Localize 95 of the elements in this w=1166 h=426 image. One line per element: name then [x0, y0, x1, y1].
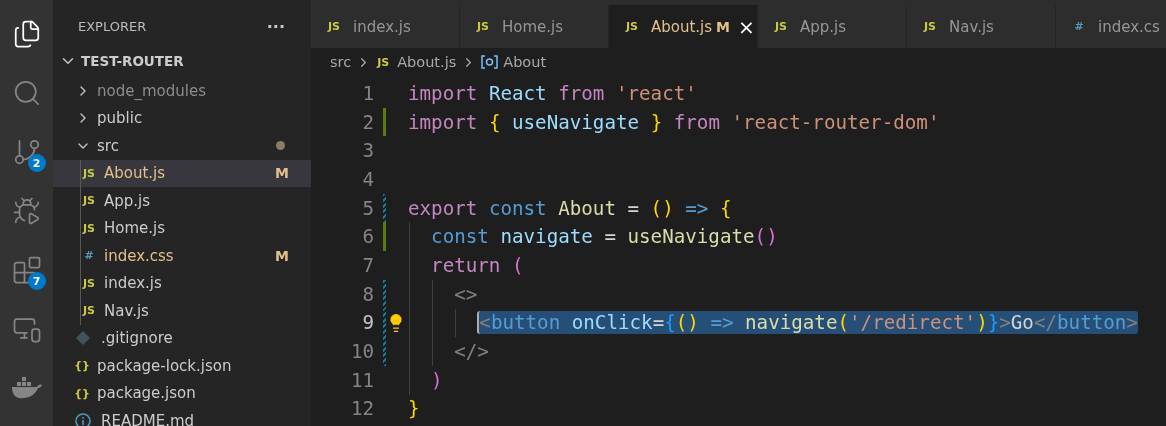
tab-label: index.js	[353, 17, 411, 36]
file-name: Nav.js	[104, 301, 150, 320]
tab-label: Nav.js	[949, 17, 994, 36]
file-type-icon: JS	[327, 20, 341, 33]
code-line: export const About = () => {	[408, 195, 732, 222]
git-status: M	[716, 18, 731, 35]
code-line: )	[408, 365, 443, 395]
line-number: 5	[361, 196, 374, 220]
file-type-icon: #	[82, 249, 96, 263]
count-badge: 7	[27, 272, 46, 290]
folder-row[interactable]: node_modules	[53, 77, 311, 105]
code-line: const navigate = useNavigate()	[408, 222, 778, 252]
blocks-icon	[11, 255, 42, 285]
file-name: Home.js	[104, 219, 167, 238]
code-line: </>	[408, 337, 489, 366]
project-name: TEST-ROUTER	[81, 53, 184, 69]
file-type-icon: {}	[75, 386, 89, 400]
file-row[interactable]: JS index.js	[53, 269, 311, 297]
line-number: 7	[361, 253, 374, 277]
file-row[interactable]: # index.css M	[53, 242, 311, 270]
folder-row[interactable]: public	[53, 104, 311, 132]
file-name: index.css	[104, 246, 175, 265]
code-line: import React from 'react'	[408, 80, 697, 107]
file-type-icon: JS	[82, 194, 96, 208]
editor-tab[interactable]: JS Nav.js	[907, 5, 1056, 48]
tab-label: App.js	[800, 17, 847, 36]
file-name: node_modules	[97, 81, 207, 100]
file-row[interactable]: JS Home.js	[53, 214, 311, 242]
editor-tab[interactable]: JS Home.js	[460, 5, 609, 48]
file-type-icon: JS	[82, 276, 96, 290]
close-icon[interactable]: ×	[738, 14, 755, 39]
file-type-icon: {}	[75, 359, 89, 373]
file-name: README.md	[101, 411, 196, 426]
code-line: return (	[408, 251, 524, 280]
count-badge: 2	[27, 154, 46, 172]
code-line: <button onClick={() => navigate('/redirect')}>Go</button>	[408, 308, 1138, 338]
breadcrumb-item[interactable]: About.js	[397, 54, 457, 70]
line-number: 6	[361, 225, 374, 249]
breadcrumb-item[interactable]: About	[503, 54, 547, 70]
tab-label: About.js	[651, 17, 713, 36]
project-header[interactable]: TEST-ROUTER	[53, 52, 311, 70]
line-number: 9	[361, 311, 374, 335]
file-type-icon: JS	[82, 304, 96, 318]
line-number: 2	[361, 110, 374, 134]
code-line: import { useNavigate } from 'react-router-dom'	[408, 109, 940, 136]
code-line: <>	[408, 279, 478, 309]
whale-icon	[10, 376, 43, 400]
file-name: src	[97, 136, 120, 155]
git-status: M	[275, 165, 289, 182]
file-type-icon: JS	[625, 20, 639, 33]
file-row[interactable]: .gitignore	[53, 324, 311, 352]
file-type-icon: JS	[82, 221, 96, 235]
modified-dot	[276, 141, 285, 151]
file-type-icon: JS	[376, 55, 391, 69]
editor-tab[interactable]: # index.cs	[1056, 5, 1166, 48]
file-row[interactable]: README.md	[53, 407, 311, 426]
line-number: 12	[349, 397, 374, 421]
file-name: public	[97, 109, 144, 128]
file-name: index.js	[104, 274, 163, 293]
file-row[interactable]: {} package-lock.json	[53, 352, 311, 380]
file-type-icon: #	[1072, 20, 1086, 33]
file-type-icon: JS	[774, 20, 788, 33]
bug-play-icon	[11, 196, 42, 226]
file-row[interactable]: {} package.json	[53, 379, 311, 407]
more-actions[interactable]: ···	[266, 16, 285, 36]
line-number: 10	[349, 340, 374, 364]
editor-tab[interactable]: JS index.js	[311, 5, 460, 48]
line-number: 3	[361, 139, 374, 163]
editor-tab[interactable]: JS About.js M ×	[609, 5, 758, 48]
file-name: About.js	[104, 164, 167, 183]
file-name: App.js	[104, 191, 152, 210]
info-icon	[75, 412, 91, 426]
tab-label: Home.js	[502, 17, 564, 36]
file-row[interactable]: JS Nav.js	[53, 297, 311, 325]
sidebar-title: EXPLORER	[78, 18, 147, 34]
diamond-icon	[75, 330, 91, 347]
line-number: 8	[361, 282, 374, 306]
line-number: 4	[361, 167, 374, 191]
file-row[interactable]: JS App.js	[53, 187, 311, 215]
symbol-icon	[481, 55, 499, 69]
code-line: }	[408, 396, 420, 423]
tab-label: index.cs	[1098, 17, 1160, 36]
file-row[interactable]: JS About.js M	[53, 159, 311, 187]
file-type-icon: JS	[476, 20, 490, 33]
file-type-icon: JS	[923, 20, 937, 33]
breadcrumb-item[interactable]: src	[330, 54, 352, 70]
folder-row[interactable]: src	[53, 132, 311, 160]
file-name: package-lock.json	[97, 356, 233, 375]
line-number: 11	[349, 368, 374, 392]
file-name: .gitignore	[101, 329, 174, 348]
editor-tab[interactable]: JS App.js	[758, 5, 907, 48]
file-type-icon: JS	[82, 166, 96, 180]
line-number: 1	[361, 81, 374, 105]
file-name: package.json	[97, 384, 197, 403]
git-status: M	[275, 247, 289, 264]
